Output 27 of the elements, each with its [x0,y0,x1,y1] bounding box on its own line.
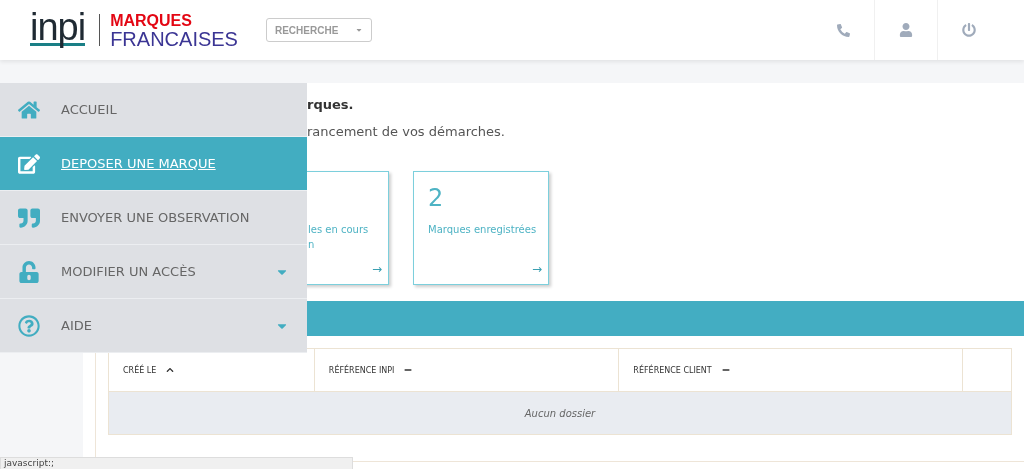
help-icon [18,314,40,337]
empty-message: Aucun dossier [108,391,1012,435]
arrow-icon[interactable]: → [531,262,542,276]
brand-subtitle: FRANCAISES [110,30,238,49]
intro-title: rques. [307,97,355,112]
arrow-icon[interactable]: → [371,262,382,276]
brand-title: MARQUES [110,11,193,30]
column-header[interactable] [962,348,1012,392]
sort-icon[interactable] [404,366,413,374]
card-label: Marques enregistrées [428,223,538,237]
sort-icon[interactable] [721,366,730,374]
menu-item[interactable]: DEPOSER UNE MARQUE [0,137,307,191]
logo: inpi [30,10,86,46]
column-header[interactable]: RÉFÉRENCE INPI [314,348,619,392]
home-icon [18,98,40,121]
card-label: les en cours n [308,223,370,252]
stat-card[interactable]: 2 Marques enregistrées → [413,171,549,285]
card-count: 2 [428,184,444,212]
unlock-icon [18,260,40,283]
search-select[interactable]: RECHERCHE [265,18,372,42]
column-header[interactable]: RÉFÉRENCE CLIENT [618,348,963,392]
quote-icon [18,206,40,229]
status-bar: javascript:; [0,457,353,469]
caret-icon[interactable] [354,26,363,34]
intro-text: rancement de vos démarches. [307,124,506,139]
edit-icon [18,152,40,175]
sort-up-icon[interactable] [166,366,175,374]
